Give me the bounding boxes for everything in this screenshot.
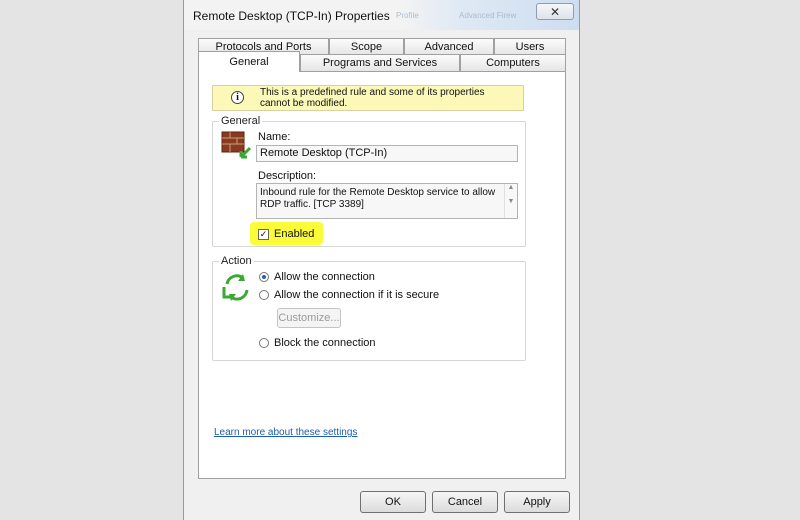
action-group-label: Action [219,255,254,267]
allow-connection-label: Allow the connection [274,271,375,283]
tab-programs-and-services[interactable]: Programs and Services [300,54,460,72]
background-ghost-text: Advanced Firew [459,11,517,20]
action-arrows-icon [222,274,249,301]
close-icon: ✕ [549,4,561,19]
firewall-rule-icon [221,131,252,159]
tab-general[interactable]: General [198,51,300,72]
window-title: Remote Desktop (TCP-In) Properties [193,9,390,23]
background-ghost-text: Profile [396,11,419,20]
name-label: Name: [258,131,291,143]
description-field[interactable]: Inbound rule for the Remote Desktop serv… [256,183,518,219]
customize-button[interactable]: Customize... [277,308,341,328]
info-text: This is a predefined rule and some of it… [260,87,485,109]
name-field[interactable]: Remote Desktop (TCP-In) [256,145,518,162]
general-group-label: General [219,115,263,127]
apply-button[interactable]: Apply [504,491,570,513]
description-text: Inbound rule for the Remote Desktop serv… [260,187,496,210]
allow-if-secure-label: Allow the connection if it is secure [274,289,440,301]
enabled-checkbox[interactable]: ✓ [258,229,269,240]
description-scrollbar[interactable]: ▲ ▼ [504,184,517,218]
allow-if-secure-radio[interactable] [259,290,269,300]
description-label: Description: [258,170,317,182]
block-connection-radio[interactable] [259,338,269,348]
block-connection-label: Block the connection [274,337,376,349]
learn-more-link[interactable]: Learn more about these settings [214,427,357,438]
ok-button[interactable]: OK [360,491,426,513]
enabled-label: Enabled [274,228,315,240]
cancel-button[interactable]: Cancel [432,491,498,513]
title-bar[interactable]: Remote Desktop (TCP-In) Properties Profi… [184,0,579,30]
close-button[interactable]: ✕ [536,3,574,20]
allow-connection-radio[interactable] [259,272,269,282]
info-banner: i This is a predefined rule and some of … [212,85,524,111]
info-icon: i [231,91,244,104]
tab-computers[interactable]: Computers [460,54,566,72]
